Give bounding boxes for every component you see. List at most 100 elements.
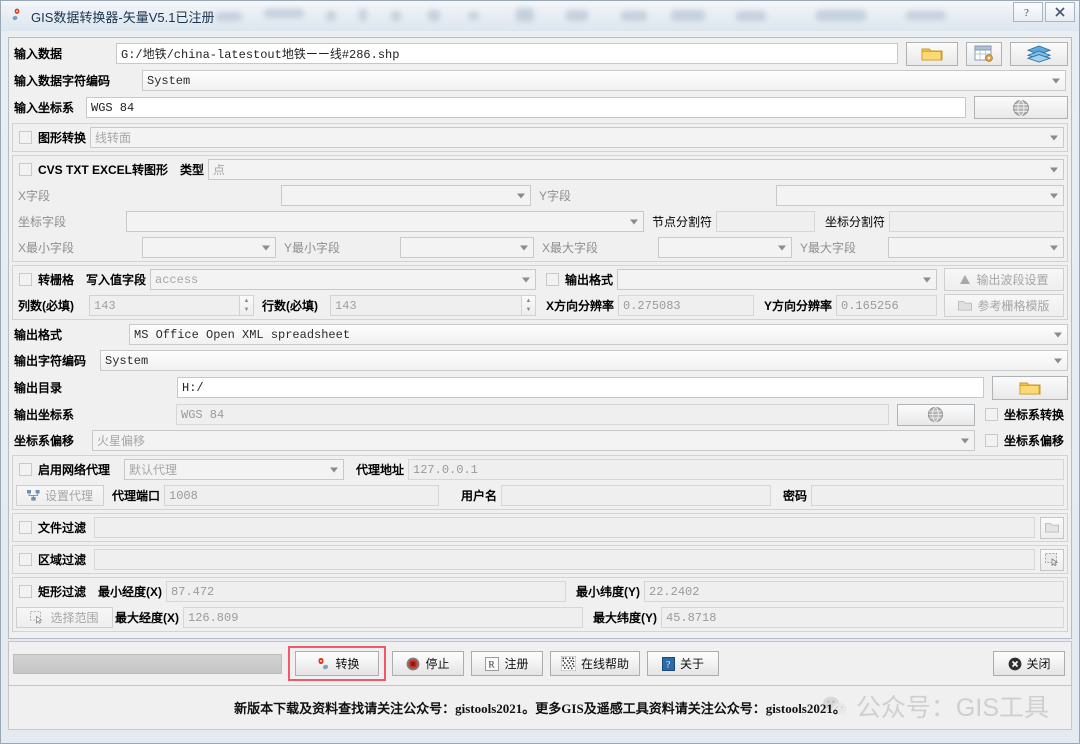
ymin-field-select[interactable] [400,237,534,258]
online-help-button[interactable]: 在线帮助 [550,651,641,676]
crs-transform-label: 坐标系转换 [1003,408,1064,422]
min-lon-field[interactable]: 87.472 [166,581,567,602]
input-data-field[interactable]: G:/地铁/china-latestout地铁ーー线#286.shp [116,43,898,64]
ymax-field-select[interactable] [888,237,1064,258]
rect-filter-checkbox[interactable] [19,585,32,598]
input-layers-button[interactable] [1010,41,1068,66]
ymax-field-label: Y最大字段 [800,241,857,255]
raster-xres-field[interactable]: 0.275083 [618,295,755,316]
footer-bar: 新版本下载及资料查找请关注公众号：gistools2021。更多GIS及遥感工具… [8,686,1072,730]
raster-convert-checkbox[interactable] [19,273,32,286]
file-filter-browse-button[interactable] [1040,516,1064,539]
register-label: 注册 [504,657,529,671]
shape-convert-checkbox[interactable] [19,131,32,144]
proxy-username-field[interactable] [501,485,772,506]
proxy-enable-checkbox[interactable] [19,463,32,476]
min-lat-field[interactable]: 22.2402 [644,581,1064,602]
crs-offset-select[interactable]: 火星偏移 [92,430,975,451]
window-controls: ? [1013,2,1075,22]
rect-filter-max-row: 选择范围 最大经度(X) 126.809 最大纬度(Y) 45.8718 [16,606,1064,629]
chevron-down-icon [1050,167,1058,172]
region-filter-browse-button[interactable] [1040,548,1064,571]
app-window: GIS数据转换器-矢量V5.1已注册 ? 输入数据 G:/地铁/china-la… [0,0,1080,744]
table-convert-type-select[interactable]: 点 [208,159,1064,180]
xmax-field-select[interactable] [658,237,792,258]
region-filter-checkbox[interactable] [19,553,32,566]
proxy-type-select[interactable]: 默认代理 [124,459,345,480]
output-dir-field[interactable]: H:/ [177,377,984,398]
raster-resolution-row: 列数(必填) 143 ▲ ▼ 行数(必填) 143 ▲ ▼ X方向分辨率 0.275… [16,294,1064,317]
rect-filter-panel: 矩形过滤 最小经度(X) 87.472 最小纬度(Y) 22.2402 选择范围 [12,577,1068,632]
stepper-arrows-icon[interactable]: ▲ ▼ [521,296,535,315]
about-button[interactable]: ? 关于 [647,651,720,676]
output-encoding-value: System [105,353,149,368]
table-convert-checkbox[interactable] [19,163,32,176]
proxy-password-field[interactable] [811,485,1064,506]
proxy-enable-row: 启用网络代理 默认代理 代理地址 127.0.0.1 [16,458,1064,481]
raster-cols-stepper[interactable]: 143 ▲ ▼ [89,295,254,316]
output-encoding-label: 输出字符编码 [14,354,87,368]
stepper-arrows-icon[interactable]: ▲ ▼ [239,296,253,315]
output-crs-picker-button[interactable] [896,403,975,426]
max-lat-field[interactable]: 45.8718 [661,607,1064,628]
raster-value-field-select[interactable]: access [150,269,537,290]
rect-filter-label: 矩形过滤 [38,585,87,599]
coord-separator-field[interactable] [889,211,1064,232]
chevron-down-icon [262,245,270,250]
proxy-port-label: 代理端口 [112,489,161,503]
settings-group: 输入数据 G:/地铁/china-latestout地铁ーー线#286.shp [8,37,1072,639]
output-format-select[interactable]: MS Office Open XML spreadsheet [129,324,1068,345]
output-encoding-select[interactable]: System [100,350,1068,371]
output-crs-field[interactable]: WGS 84 [176,404,889,425]
table-convert-panel: CVS TXT EXCEL转图形 类型 点 X字段 Y字段 坐标字段 节点分割符… [12,155,1068,262]
file-filter-field[interactable] [94,517,1035,538]
close-titlebar-button[interactable] [1045,2,1075,22]
crs-offset-checkbox[interactable] [984,434,998,447]
crs-transform-checkbox[interactable] [984,408,998,421]
reference-raster-template-button[interactable]: 参考栅格模版 [944,294,1064,317]
output-dir-label: 输出目录 [14,381,63,395]
proxy-settings-button[interactable]: 设置代理 [16,485,104,506]
chevron-down-icon [778,245,786,250]
band-settings-button[interactable]: 输出波段设置 [944,268,1064,291]
raster-yres-field[interactable]: 0.165256 [836,295,937,316]
max-lon-field[interactable]: 126.809 [183,607,583,628]
coord-separator-label: 坐标分割符 [825,215,886,229]
output-crs-row: 输出坐标系 WGS 84 坐标系转换 [12,403,1068,426]
xmin-field-select[interactable] [142,237,276,258]
output-dir-browse-button[interactable] [992,375,1068,400]
input-encoding-select[interactable]: System [142,70,1066,91]
help-titlebar-button[interactable]: ? [1013,2,1043,22]
output-format-value: MS Office Open XML spreadsheet [134,327,351,342]
select-range-button[interactable]: 选择范围 [16,607,113,628]
input-browse-folder-button[interactable] [906,41,958,66]
output-dir-row: 输出目录 H:/ [12,375,1068,400]
input-attribute-table-button[interactable] [966,41,1002,66]
node-separator-field[interactable] [716,211,816,232]
chevron-down-icon [630,219,638,224]
title-blur-overlay [216,6,959,26]
register-button[interactable]: R 注册 [471,651,543,676]
chevron-down-icon [1050,135,1058,140]
y-field-select[interactable] [776,185,1064,206]
shape-convert-mode-select[interactable]: 线转面 [90,127,1064,148]
file-filter-checkbox[interactable] [19,521,32,534]
coord-field-select[interactable] [126,211,644,232]
chevron-down-icon [1052,78,1060,83]
close-button[interactable]: 关闭 [993,651,1066,676]
stop-button[interactable]: 停止 [392,651,464,676]
raster-out-format-checkbox[interactable] [546,273,560,286]
raster-out-format-select[interactable] [617,269,937,290]
proxy-port-field[interactable]: 1008 [164,485,440,506]
input-data-label: 输入数据 [14,47,63,61]
input-crs-picker-button[interactable] [974,96,1068,119]
convert-button[interactable]: 转换 [295,651,379,676]
proxy-address-field[interactable]: 127.0.0.1 [408,459,1064,480]
x-field-select[interactable] [281,185,531,206]
network-icon [26,490,40,501]
shape-convert-panel: 图形转换 线转面 [12,123,1068,152]
raster-rows-stepper[interactable]: 143 ▲ ▼ [330,295,536,316]
input-crs-field[interactable]: WGS 84 [86,97,966,118]
region-filter-field[interactable] [94,549,1035,570]
chevron-down-icon [1054,332,1062,337]
